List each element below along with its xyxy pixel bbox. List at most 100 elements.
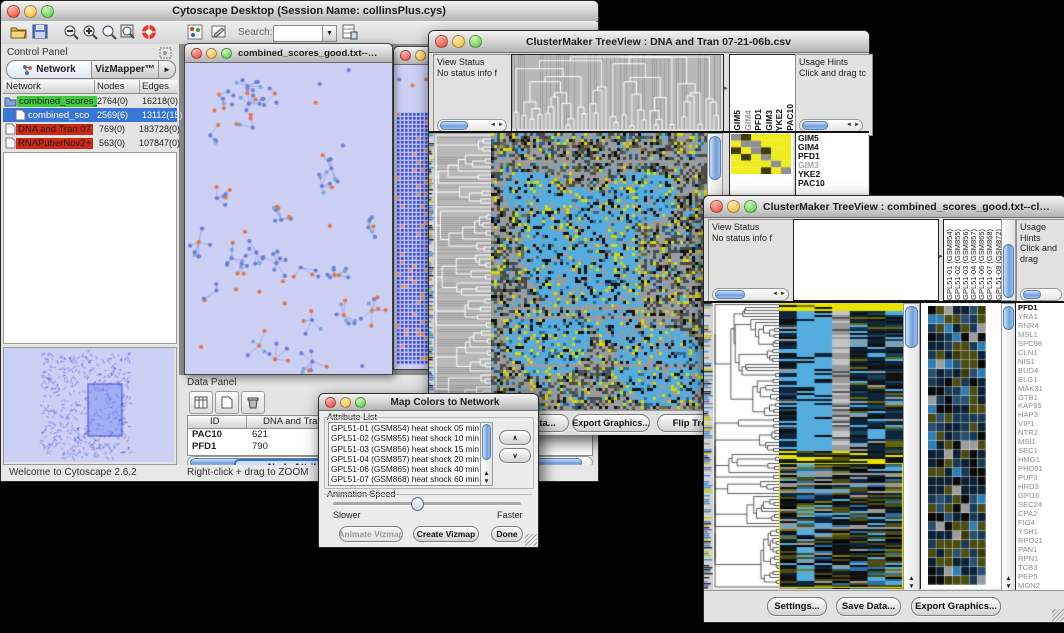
- zoom-out-icon[interactable]: [63, 24, 79, 45]
- close-button[interactable]: [710, 200, 723, 213]
- search-dropdown-button[interactable]: ▼: [322, 25, 337, 42]
- speed-slider-thumb[interactable]: [411, 497, 424, 511]
- close-button[interactable]: [435, 35, 448, 48]
- treeview2-gene-list[interactable]: PFD1YRA1RNR4MSL1SPC98CLN1NIS1BUD4ELG1MAK…: [1015, 303, 1064, 590]
- tab-more[interactable]: ►: [159, 61, 175, 78]
- birdseye-view[interactable]: [3, 347, 177, 465]
- attribute-item: GPL51-07 (GSM868) heat shock 60 min: [331, 474, 483, 484]
- minimize-button[interactable]: [24, 5, 37, 18]
- gene-label: ELG1: [1018, 376, 1064, 385]
- treeview2-zoom-vscrollbar[interactable]: ▲▼: [1001, 303, 1016, 591]
- treeview1-titlebar[interactable]: ClusterMaker TreeView : DNA and Tran 07-…: [429, 31, 869, 53]
- move-up-button[interactable]: ∧: [499, 430, 531, 445]
- zoom-button[interactable]: [469, 35, 482, 48]
- vizmapper-icon[interactable]: [187, 24, 203, 45]
- attribute-list[interactable]: GPL51-01 (GSM854) heat shock 05 minGPL51…: [328, 422, 486, 486]
- zoom-button[interactable]: [221, 48, 232, 59]
- gene-label: YSH1: [1018, 528, 1064, 537]
- treeview1-heatmap[interactable]: [491, 133, 707, 410]
- row-id: PFD1: [192, 441, 216, 452]
- gene-label: HAP3: [1018, 411, 1064, 420]
- network-row-dna-tran[interactable]: DNA and Tran 07 769(0) 183728(0): [3, 122, 177, 136]
- birdseye-canvas[interactable]: [4, 348, 174, 462]
- minimize-button[interactable]: [452, 35, 465, 48]
- network-view-1-canvas[interactable]: [185, 63, 390, 374]
- attribute-list-vscrollbar[interactable]: ▲▼: [480, 422, 493, 486]
- view-status-text: No status info f: [437, 68, 513, 79]
- col-edges[interactable]: Edges: [142, 81, 169, 92]
- resize-grip[interactable]: [1052, 609, 1064, 621]
- tab-vizmapper[interactable]: VizMapper™: [92, 61, 159, 78]
- treeview2-row-dendrogram[interactable]: [713, 303, 779, 589]
- network-window-1-titlebar[interactable]: combined_scores_good.txt--cluste...: [185, 44, 392, 63]
- save-button[interactable]: [32, 24, 48, 44]
- treeview2-heatmap[interactable]: [779, 303, 903, 589]
- search-input[interactable]: [273, 25, 327, 42]
- zoom-in-icon[interactable]: [82, 24, 98, 45]
- zoom-button[interactable]: [355, 397, 366, 408]
- treeview2-titlebar[interactable]: ClusterMaker TreeView : combined_scores_…: [704, 196, 1064, 218]
- close-button[interactable]: [400, 50, 411, 61]
- create-attribute-button[interactable]: [215, 391, 239, 414]
- save-data-button[interactable]: Save Data...: [836, 597, 901, 616]
- open-file-button[interactable]: [10, 24, 27, 44]
- col-network[interactable]: Network: [6, 81, 41, 92]
- gene-label: GIM4: [798, 143, 868, 152]
- tab-more-label: ►: [163, 65, 171, 74]
- animate-vizmap-button[interactable]: Animate Vizmap: [339, 526, 403, 542]
- zoom-selected-icon[interactable]: [101, 24, 117, 45]
- minimize-button[interactable]: [206, 48, 217, 59]
- export-graphics-button[interactable]: Export Graphics...: [572, 414, 650, 432]
- move-down-button[interactable]: ∨: [499, 448, 531, 463]
- gene-label: VIP1: [1018, 420, 1064, 429]
- treeview2-vscrollbar[interactable]: ▲▼: [903, 303, 920, 591]
- settings-button[interactable]: Settings...: [767, 597, 827, 616]
- treeview1-column-dendrogram[interactable]: [511, 54, 724, 132]
- network-row-combined-scores[interactable]: combined_scores_ 2764(0) 16218(0): [3, 94, 177, 108]
- zoom-fit-icon[interactable]: [120, 24, 136, 45]
- close-button[interactable]: [191, 48, 202, 59]
- zoom-button[interactable]: [744, 200, 757, 213]
- import-table-icon[interactable]: [342, 24, 358, 45]
- main-titlebar[interactable]: Cytoscape Desktop (Session Name: collins…: [1, 1, 598, 22]
- close-button[interactable]: [325, 397, 336, 408]
- treeview2-labels-vscrollbar[interactable]: [1001, 219, 1016, 301]
- network-window-1: combined_scores_good.txt--cluste...: [184, 43, 393, 375]
- annotation-icon[interactable]: [211, 24, 227, 45]
- treeview2-zoom-panel[interactable]: [920, 303, 1001, 589]
- export-graphics-button[interactable]: Export Graphics...: [911, 597, 1001, 616]
- treeview2-column-dendrogram-area[interactable]: [793, 219, 939, 301]
- select-attributes-button[interactable]: [189, 391, 213, 414]
- edges-count: 16218(0): [142, 96, 178, 106]
- speed-slider-track[interactable]: [333, 502, 521, 506]
- gene-label: PAC10: [798, 179, 868, 188]
- tab-network[interactable]: Network: [7, 61, 92, 78]
- help-icon[interactable]: [141, 24, 157, 45]
- minimize-button[interactable]: [415, 50, 426, 61]
- status-center: Right-click + drag to ZOOM: [187, 467, 308, 478]
- close-button[interactable]: [7, 5, 20, 18]
- create-vizmap-button[interactable]: Create Vizmap: [413, 526, 479, 542]
- attribute-item: GPL51-04 (GSM857) heat shock 20 min: [331, 454, 483, 464]
- done-button[interactable]: Done: [491, 526, 523, 542]
- view-status-hscrollbar[interactable]: ◄►: [712, 288, 789, 301]
- minimize-button[interactable]: [727, 200, 740, 213]
- network-window-1-title: combined_scores_good.txt--cluste...: [238, 48, 392, 59]
- treeview2-column-labels: GPL51-01 (GSM854)GPL51-02 (GSM855)GPL51-…: [943, 219, 1003, 301]
- delete-attribute-button[interactable]: [241, 391, 265, 414]
- minimize-button[interactable]: [340, 397, 351, 408]
- gene-label: NTR2: [1018, 429, 1064, 438]
- control-panel-tabs: Network VizMapper™ ►: [6, 60, 176, 79]
- treeview1-row-dendrogram[interactable]: [434, 133, 491, 410]
- nodes-count: 563(0): [99, 138, 125, 148]
- usage-hints-hscrollbar[interactable]: [1020, 288, 1062, 301]
- zoom-button[interactable]: [41, 5, 54, 18]
- status-left: Welcome to Cytoscape 2.6.2: [9, 467, 137, 478]
- resize-grip[interactable]: [525, 534, 537, 546]
- network-row-rnapuber[interactable]: RNAPuberNov2+ 563(0) 107847(0): [3, 136, 177, 150]
- dialog-titlebar[interactable]: Map Colors to Network: [319, 394, 538, 411]
- col-id[interactable]: ID: [210, 416, 220, 427]
- network-row-combined-sco-selected[interactable]: combined_sco 2569(6) 13112(15): [3, 108, 177, 122]
- network-table: Network Nodes Edges combined_scores_ 276…: [3, 80, 177, 152]
- col-nodes[interactable]: Nodes: [97, 81, 124, 92]
